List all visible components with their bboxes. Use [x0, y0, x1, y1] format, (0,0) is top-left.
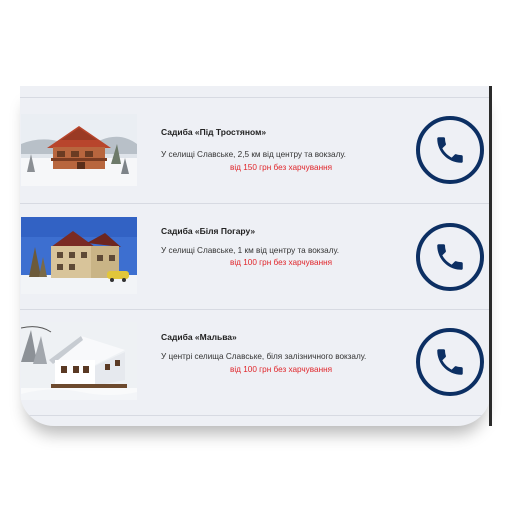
listing-description: У селищі Славське, 2,5 км від центру та …: [161, 150, 346, 159]
listing-title[interactable]: Садиба «Мальва»: [161, 332, 237, 342]
listing-price: від 100 грн без харчування: [230, 365, 333, 374]
phone-icon: [437, 349, 463, 375]
call-button[interactable]: [416, 328, 484, 396]
listing-title[interactable]: Садиба «Під Тростяном»: [161, 127, 266, 137]
divider: [20, 415, 491, 416]
list-item[interactable]: Садиба «Біля Погару» У селищі Славське, …: [20, 204, 491, 310]
listing-card: Садиба «Під Тростяном» У селищі Славське…: [20, 86, 491, 426]
listing-title[interactable]: Садиба «Біля Погару»: [161, 226, 255, 236]
listing-description: У селищі Славське, 1 км від центру та во…: [161, 246, 340, 255]
app-screen: Садиба «Під Тростяном» У селищі Славське…: [0, 0, 512, 512]
listing-photo[interactable]: [21, 322, 137, 400]
list-item[interactable]: Садиба «Під Тростяном» У селищі Славське…: [20, 98, 491, 204]
listing-photo[interactable]: [21, 114, 137, 186]
listing-price: від 100 грн без харчування: [230, 258, 333, 267]
list-item[interactable]: Садиба «Мальва» У центрі селища Славське…: [20, 310, 491, 416]
phone-icon: [437, 244, 463, 270]
phone-icon: [437, 137, 463, 163]
call-button[interactable]: [416, 223, 484, 291]
scrollbar-edge: [489, 86, 492, 426]
listing-photo[interactable]: [21, 217, 137, 294]
listing-price: від 150 грн без харчування: [230, 163, 333, 172]
listing-description: У центрі селища Славське, біля залізничн…: [161, 352, 367, 361]
call-button[interactable]: [416, 116, 484, 184]
